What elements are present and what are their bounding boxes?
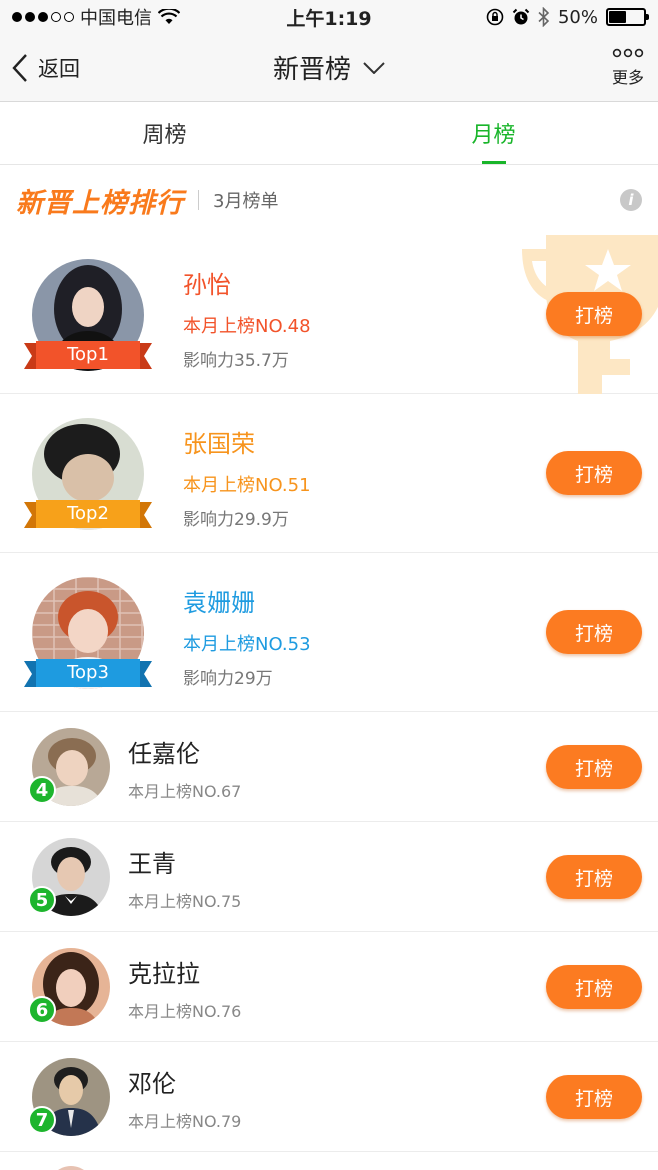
artist-rank: 本月上榜NO.76	[128, 1002, 242, 1021]
status-bar: 中国电信 上午1:19 50%	[0, 0, 658, 34]
section-title: 新晋上榜排行	[16, 187, 184, 219]
artist-influence: 影响力29万	[183, 669, 273, 689]
battery-percent: 50%	[557, 6, 598, 28]
list-item: 7 邓伦 本月上榜NO.79 打榜	[0, 1042, 658, 1152]
vote-button[interactable]: 打榜	[546, 965, 642, 1009]
more-dots-icon	[612, 48, 644, 58]
page-title: 新晋榜	[272, 55, 352, 85]
tab-bar: 周榜 月榜	[0, 102, 658, 165]
artist-rank: 本月上榜NO.79	[128, 1112, 242, 1131]
artist-name[interactable]: 克拉拉	[128, 954, 200, 989]
vote-button[interactable]: 打榜	[546, 451, 642, 495]
carrier-label: 中国电信	[80, 8, 152, 29]
section-subtitle: 3月榜单	[213, 191, 279, 212]
vote-button[interactable]: 打榜	[546, 1075, 642, 1119]
rank-number: 7	[28, 1106, 56, 1134]
chevron-left-icon	[12, 53, 27, 82]
clock: 上午1:19	[286, 7, 372, 30]
top-row-3: Top3 袁姗姗 本月上榜NO.53 影响力29万 打榜	[0, 553, 658, 712]
artist-name[interactable]: 袁姗姗	[183, 583, 311, 618]
bluetooth-icon	[538, 7, 550, 27]
artist-name[interactable]: 邓伦	[128, 1064, 176, 1099]
rank-badge: Top1	[67, 344, 109, 365]
alarm-icon	[512, 8, 530, 25]
section-header: 新晋上榜排行 3月榜单 i	[0, 165, 658, 235]
divider	[198, 190, 199, 210]
artist-info: 袁姗姗 本月上榜NO.53 影响力29万	[183, 583, 311, 689]
artist-name[interactable]: 孙怡	[183, 265, 311, 300]
avatar-group[interactable]: Top3	[24, 577, 152, 695]
navigation-bar: 返回 新晋榜 更多	[0, 34, 658, 102]
artist-info: 孙怡 本月上榜NO.48 影响力35.7万	[183, 265, 311, 371]
list-item: 4 任嘉伦 本月上榜NO.67 打榜	[0, 712, 658, 822]
list-item-partial	[0, 1152, 658, 1170]
artist-rank: 本月上榜NO.48	[183, 316, 311, 337]
vote-button[interactable]: 打榜	[546, 610, 642, 654]
top-row-1: Top1 孙怡 本月上榜NO.48 影响力35.7万 打榜	[0, 235, 658, 394]
rank-ribbon: Top1	[24, 341, 152, 371]
back-label: 返回	[38, 56, 80, 81]
rank-number: 6	[28, 996, 56, 1024]
rank-number: 5	[28, 886, 56, 914]
vote-button[interactable]: 打榜	[546, 745, 642, 789]
artist-rank: 本月上榜NO.51	[183, 475, 311, 496]
vote-button[interactable]: 打榜	[546, 855, 642, 899]
artist-influence: 影响力35.7万	[183, 351, 289, 371]
status-icons: 50%	[486, 6, 649, 28]
rank-ribbon: Top2	[24, 500, 152, 530]
artist-info: 张国荣 本月上榜NO.51 影响力29.9万	[183, 424, 311, 530]
info-icon[interactable]: i	[620, 189, 642, 211]
chart-selector[interactable]: 新晋榜	[273, 49, 385, 86]
artist-name[interactable]: 任嘉伦	[128, 734, 200, 769]
artist-rank: 本月上榜NO.53	[183, 634, 311, 655]
rank-ribbon: Top3	[24, 659, 152, 689]
rank-badge: Top2	[67, 503, 109, 524]
more-button[interactable]: 更多	[612, 48, 644, 88]
wifi-icon	[158, 9, 180, 24]
list-item: 5 王青 本月上榜NO.75 打榜	[0, 822, 658, 932]
artist-name[interactable]: 张国荣	[183, 424, 311, 459]
orientation-lock-icon	[486, 8, 504, 26]
rank-number: 4	[28, 776, 56, 804]
back-button[interactable]: 返回	[0, 34, 80, 101]
list-item: 6 克拉拉 本月上榜NO.76 打榜	[0, 932, 658, 1042]
avatar-group[interactable]: Top1	[24, 259, 152, 377]
signal-icon	[12, 12, 74, 22]
avatar-group[interactable]: Top2	[24, 418, 152, 536]
artist-rank: 本月上榜NO.67	[128, 782, 242, 801]
battery-icon	[606, 8, 649, 26]
tab-monthly[interactable]: 月榜	[329, 102, 658, 164]
more-label: 更多	[611, 68, 644, 87]
carrier-group: 中国电信	[12, 4, 180, 30]
avatar[interactable]	[48, 1166, 94, 1170]
tab-weekly[interactable]: 周榜	[0, 102, 329, 164]
rank-badge: Top3	[67, 662, 109, 683]
top-row-2: Top2 张国荣 本月上榜NO.51 影响力29.9万 打榜	[0, 394, 658, 553]
artist-influence: 影响力29.9万	[183, 510, 289, 530]
chevron-down-icon	[363, 61, 385, 74]
artist-name[interactable]: 王青	[128, 844, 176, 879]
vote-button[interactable]: 打榜	[546, 292, 642, 336]
artist-rank: 本月上榜NO.75	[128, 892, 242, 911]
